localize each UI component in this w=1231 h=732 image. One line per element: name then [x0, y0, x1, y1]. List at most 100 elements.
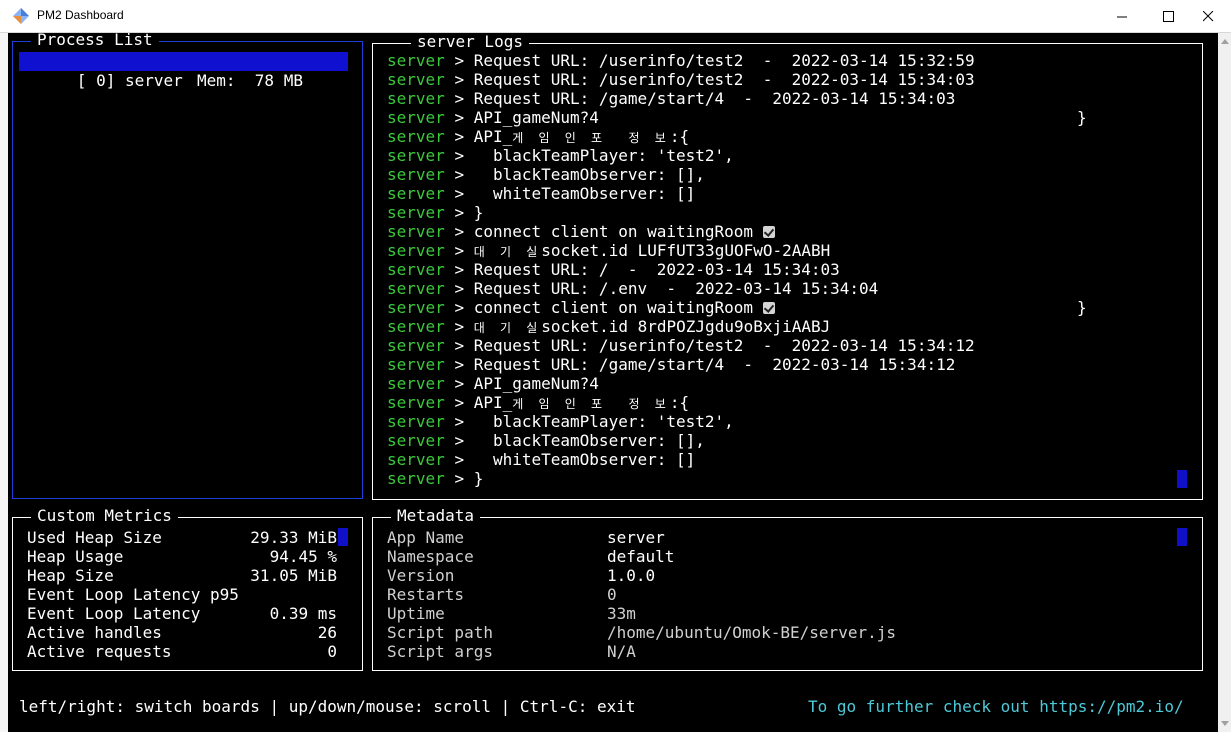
log-prefix: server — [387, 146, 445, 165]
log-text: > whiteTeamObserver: [] — [454, 184, 696, 203]
log-text: > — [454, 241, 465, 260]
log-scroll-indicator — [1177, 470, 1187, 488]
metadata-row: Restarts 0 — [387, 585, 617, 604]
metric-name: Heap Usage — [27, 547, 124, 566]
log-line: server > API_gameNum?4 — [387, 374, 599, 393]
metrics-scroll-indicator — [338, 528, 348, 546]
metadata-value: N/A — [607, 642, 636, 661]
log-prefix: server — [387, 298, 445, 317]
metric-value: 31.05 MiB — [250, 566, 337, 585]
custom-metrics-panel[interactable]: Custom Metrics Used Heap Size 29.33 MiB He… — [12, 507, 363, 671]
log-line: server > API_게 임 인 포 정 보:{ — [387, 393, 689, 412]
log-line: server > whiteTeamObserver: [] — [387, 184, 695, 203]
log-line: server > 대 기 실socket.id LUFfUT33gUOFwO-2… — [387, 241, 830, 260]
log-prefix: server — [387, 317, 445, 336]
log-stray-brace: } — [1077, 108, 1087, 127]
log-text: > Request URL: / - 2022-03-14 15:34:03 — [454, 260, 840, 279]
log-line: server > } — [387, 203, 483, 222]
log-stray-brace: } — [1077, 298, 1087, 317]
metadata-panel[interactable]: Metadata App Name server Namespace default V… — [372, 507, 1203, 671]
metadata-row: Version 1.0.0 — [387, 566, 655, 585]
log-korean-text: 대 기 실 — [473, 321, 542, 335]
metric-name: Event Loop Latency p95 — [27, 585, 239, 604]
log-line: server > Request URL: /userinfo/test2 - … — [387, 70, 975, 89]
metadata-value: /home/ubuntu/Omok-BE/server.js — [607, 623, 896, 642]
terminal[interactable]: Process List [ 0] server Mem: 78 MB serve… — [8, 33, 1218, 732]
log-text: > Request URL: /.env - 2022-03-14 15:34:… — [454, 279, 879, 298]
log-text: > whiteTeamObserver: [] — [454, 450, 696, 469]
log-korean-text: 게 임 인 포 정 보 — [512, 397, 670, 411]
log-prefix: server — [387, 89, 445, 108]
metadata-key: Script args — [387, 642, 493, 661]
metadata-value: 1.0.0 — [607, 566, 656, 585]
log-line: server > blackTeamPlayer: 'test2', — [387, 146, 734, 165]
minimize-button[interactable] — [1099, 0, 1145, 32]
log-prefix: server — [387, 355, 445, 374]
log-prefix: server — [387, 70, 445, 89]
metric-value: 0 — [327, 642, 337, 661]
log-prefix: server — [387, 336, 445, 355]
process-mem: Mem: 78 MB — [197, 71, 303, 90]
log-text: > API_ — [454, 393, 513, 412]
metadata-key: App Name — [387, 528, 465, 547]
log-text: > blackTeamObserver: [], — [454, 165, 705, 184]
log-line: server > } — [387, 469, 483, 488]
check-icon — [762, 302, 775, 314]
help-text: left/right: switch boards | up/down/mous… — [19, 697, 636, 716]
close-button[interactable] — [1185, 0, 1231, 32]
process-list-item[interactable]: [ 0] server Mem: 78 MB — [19, 52, 348, 90]
log-prefix: server — [387, 412, 445, 431]
process-list-title: Process List — [31, 33, 159, 49]
metric-name: Event Loop Latency — [27, 604, 201, 623]
log-line: server > 대 기 실socket.id 8rdPOZJgdu9oBxji… — [387, 317, 830, 336]
window-titlebar: PM2 Dashboard — [0, 0, 1231, 33]
server-logs-panel[interactable]: server Logs server > Request URL: /useri… — [372, 33, 1203, 500]
metric-row: Used Heap Size 29.33 MiB — [27, 528, 337, 547]
log-text: > API_gameNum?4 — [454, 108, 599, 127]
log-line: server > Request URL: /userinfo/test2 - … — [387, 336, 975, 355]
log-line: server > API_gameNum?4 — [387, 108, 599, 127]
log-line: server > Request URL: /game/start/4 - 20… — [387, 355, 955, 374]
pm2-link[interactable]: To go further check out https://pm2.io/ — [808, 697, 1184, 716]
metric-value: 0.39 ms — [269, 604, 337, 623]
log-prefix: server — [387, 51, 445, 70]
log-prefix: server — [387, 393, 445, 412]
metadata-value: 33m — [607, 604, 636, 623]
metric-name: Active handles — [27, 623, 162, 642]
metric-value: 29.33 MiB — [250, 528, 337, 547]
log-text: > Request URL: /game/start/4 - 2022-03-1… — [454, 89, 956, 108]
log-line: server > connect client on waitingRoom — [387, 222, 775, 241]
log-text: > blackTeamPlayer: 'test2', — [454, 146, 734, 165]
window-title: PM2 Dashboard — [37, 8, 124, 22]
pm2-app-icon — [13, 8, 29, 24]
metadata-title: Metadata — [391, 507, 481, 525]
log-text-tail: :{ — [669, 393, 690, 412]
log-line: server > blackTeamObserver: [], — [387, 165, 705, 184]
metadata-row: Script args N/A — [387, 642, 636, 661]
metadata-key: Restarts — [387, 585, 465, 604]
log-prefix: server — [387, 260, 445, 279]
log-line: server > Request URL: / - 2022-03-14 15:… — [387, 260, 840, 279]
log-text: > blackTeamObserver: [], — [454, 431, 705, 450]
log-text-tail: :{ — [669, 127, 690, 146]
log-prefix: server — [387, 184, 445, 203]
log-text: > API_ — [454, 127, 513, 146]
log-prefix: server — [387, 127, 445, 146]
server-logs-title: server Logs — [411, 33, 529, 51]
scroll-up-icon[interactable] — [1221, 39, 1229, 44]
window-scrollbar[interactable] — [1218, 33, 1231, 732]
scroll-down-icon[interactable] — [1221, 721, 1229, 726]
log-line: server > blackTeamPlayer: 'test2', — [387, 412, 734, 431]
process-list-panel[interactable]: Process List [ 0] server Mem: 78 MB — [12, 33, 363, 499]
log-text: > Request URL: /game/start/4 - 2022-03-1… — [454, 355, 956, 374]
log-line: server > Request URL: /game/start/4 - 20… — [387, 89, 955, 108]
log-line: server > Request URL: /.env - 2022-03-14… — [387, 279, 878, 298]
process-label: [ 0] server — [76, 71, 183, 90]
log-prefix: server — [387, 450, 445, 469]
log-prefix: server — [387, 374, 445, 393]
metric-name: Heap Size — [27, 566, 114, 585]
metric-name: Active requests — [27, 642, 172, 661]
log-prefix: server — [387, 431, 445, 450]
log-line: server > whiteTeamObserver: [] — [387, 450, 695, 469]
log-text: > Request URL: /userinfo/test2 - 2022-03… — [454, 70, 975, 89]
